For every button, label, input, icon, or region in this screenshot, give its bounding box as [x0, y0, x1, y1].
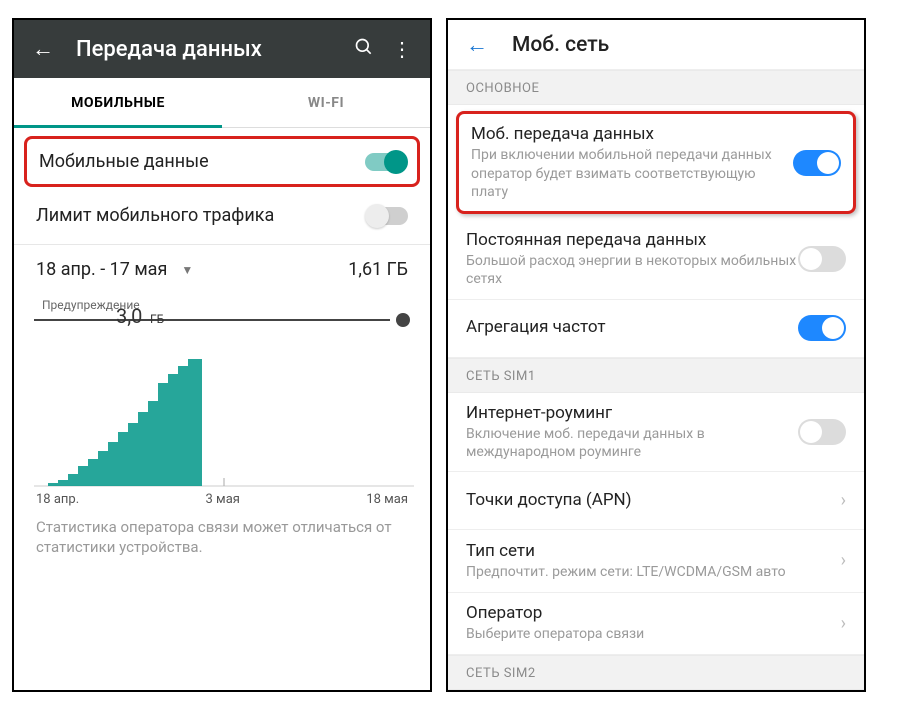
persistent-data-row[interactable]: Постоянная передача данных Большой расхо…	[448, 220, 864, 299]
warning-threshold-slider[interactable]: Предупреждение 3,0 ГБ	[34, 296, 410, 326]
carrier-aggregation-title: Агрегация частот	[466, 317, 798, 337]
operator-row[interactable]: Оператор Выберите оператора связи ›	[448, 593, 864, 656]
tab-wifi[interactable]: WI-FI	[222, 78, 430, 127]
persistent-data-toggle[interactable]	[798, 246, 846, 272]
mobile-data-label: Мобильные данные	[39, 151, 365, 172]
operator-title: Оператор	[466, 603, 833, 623]
traffic-limit-toggle[interactable]	[368, 207, 408, 225]
network-type-row[interactable]: Тип сети Предпочтит. режим сети: LTE/WCD…	[448, 530, 864, 593]
warning-slider-knob[interactable]	[396, 313, 410, 327]
section-header-main: ОСНОВНОЕ	[448, 70, 864, 105]
x-tick-end: 18 мая	[366, 492, 408, 507]
usage-area-chart	[34, 328, 414, 488]
operator-subtitle: Выберите оператора связи	[466, 625, 833, 643]
app-bar: ← Моб. сеть	[448, 20, 864, 70]
traffic-limit-label: Лимит мобильного трафика	[36, 205, 368, 226]
carrier-aggregation-row[interactable]: Агрегация частот	[448, 300, 864, 358]
network-type-title: Тип сети	[466, 541, 833, 561]
chevron-right-icon: ›	[841, 550, 846, 571]
mobile-data-title: Моб. передача данных	[471, 124, 793, 144]
page-title: Моб. сеть	[512, 33, 609, 57]
app-bar: ← Передача данных ⋮	[14, 20, 430, 78]
back-arrow-icon[interactable]: ←	[32, 36, 54, 62]
highlight-mobile-data-row: Мобильные данные	[24, 136, 420, 187]
chevron-right-icon: ›	[841, 490, 846, 511]
chevron-right-icon: ›	[841, 613, 846, 634]
search-icon[interactable]	[354, 37, 374, 62]
traffic-limit-row[interactable]: Лимит мобильного трафика	[14, 187, 430, 245]
warning-value: 3,0	[116, 304, 142, 328]
usage-chart: Предупреждение 3,0 ГБ 18 апр. 3 мая 18 м…	[14, 296, 430, 517]
dropdown-caret-icon: ▼	[181, 263, 193, 277]
x-tick-start: 18 апр.	[36, 492, 79, 507]
persistent-data-title: Постоянная передача данных	[466, 230, 798, 250]
network-type-subtitle: Предпочтит. режим сети: LTE/WCDMA/GSM ав…	[466, 563, 833, 581]
mobile-data-toggle[interactable]	[793, 150, 841, 176]
tabs: МОБИЛЬНЫЕ WI-FI	[14, 78, 430, 128]
section-header-sim1: СЕТЬ SIM1	[448, 358, 864, 393]
back-arrow-icon[interactable]: ←	[466, 32, 488, 58]
data-usage-total: 1,61 ГБ	[348, 259, 408, 280]
screenshot-right: ← Моб. сеть ОСНОВНОЕ Моб. передача данны…	[446, 18, 866, 692]
date-range-label: 18 апр. - 17 мая	[36, 259, 167, 280]
date-range-row[interactable]: 18 апр. - 17 мая ▼ 1,61 ГБ	[14, 245, 430, 296]
persistent-data-subtitle: Большой расход энергии в некоторых мобил…	[466, 252, 798, 288]
mobile-data-toggle[interactable]	[365, 153, 405, 171]
chart-x-axis: 18 апр. 3 мая 18 мая	[34, 488, 410, 517]
roaming-title: Интернет-роуминг	[466, 403, 798, 423]
overflow-menu-icon[interactable]: ⋮	[392, 37, 412, 61]
roaming-subtitle: Включение моб. передачи данных в междуна…	[466, 425, 798, 461]
highlight-mobile-data-row: Моб. передача данных При включении мобил…	[456, 111, 856, 214]
mobile-data-subtitle: При включении мобильной передачи данных …	[471, 146, 793, 201]
section-header-sim2: СЕТЬ SIM2	[448, 655, 864, 690]
x-tick-mid: 3 мая	[206, 492, 240, 507]
apn-row[interactable]: Точки доступа (APN) ›	[448, 472, 864, 530]
page-title: Передача данных	[76, 37, 354, 62]
screenshot-left: ← Передача данных ⋮ МОБИЛЬНЫЕ WI-FI Моби…	[12, 18, 432, 692]
roaming-row[interactable]: Интернет-роуминг Включение моб. передачи…	[448, 393, 864, 472]
stats-disclaimer: Статистика оператора связи может отличат…	[14, 517, 430, 558]
warning-unit: ГБ	[150, 312, 164, 326]
apn-title: Точки доступа (APN)	[466, 490, 833, 510]
warning-slider-track	[34, 319, 390, 321]
roaming-toggle[interactable]	[798, 419, 846, 445]
carrier-aggregation-toggle[interactable]	[798, 315, 846, 341]
tab-mobile[interactable]: МОБИЛЬНЫЕ	[14, 78, 222, 127]
